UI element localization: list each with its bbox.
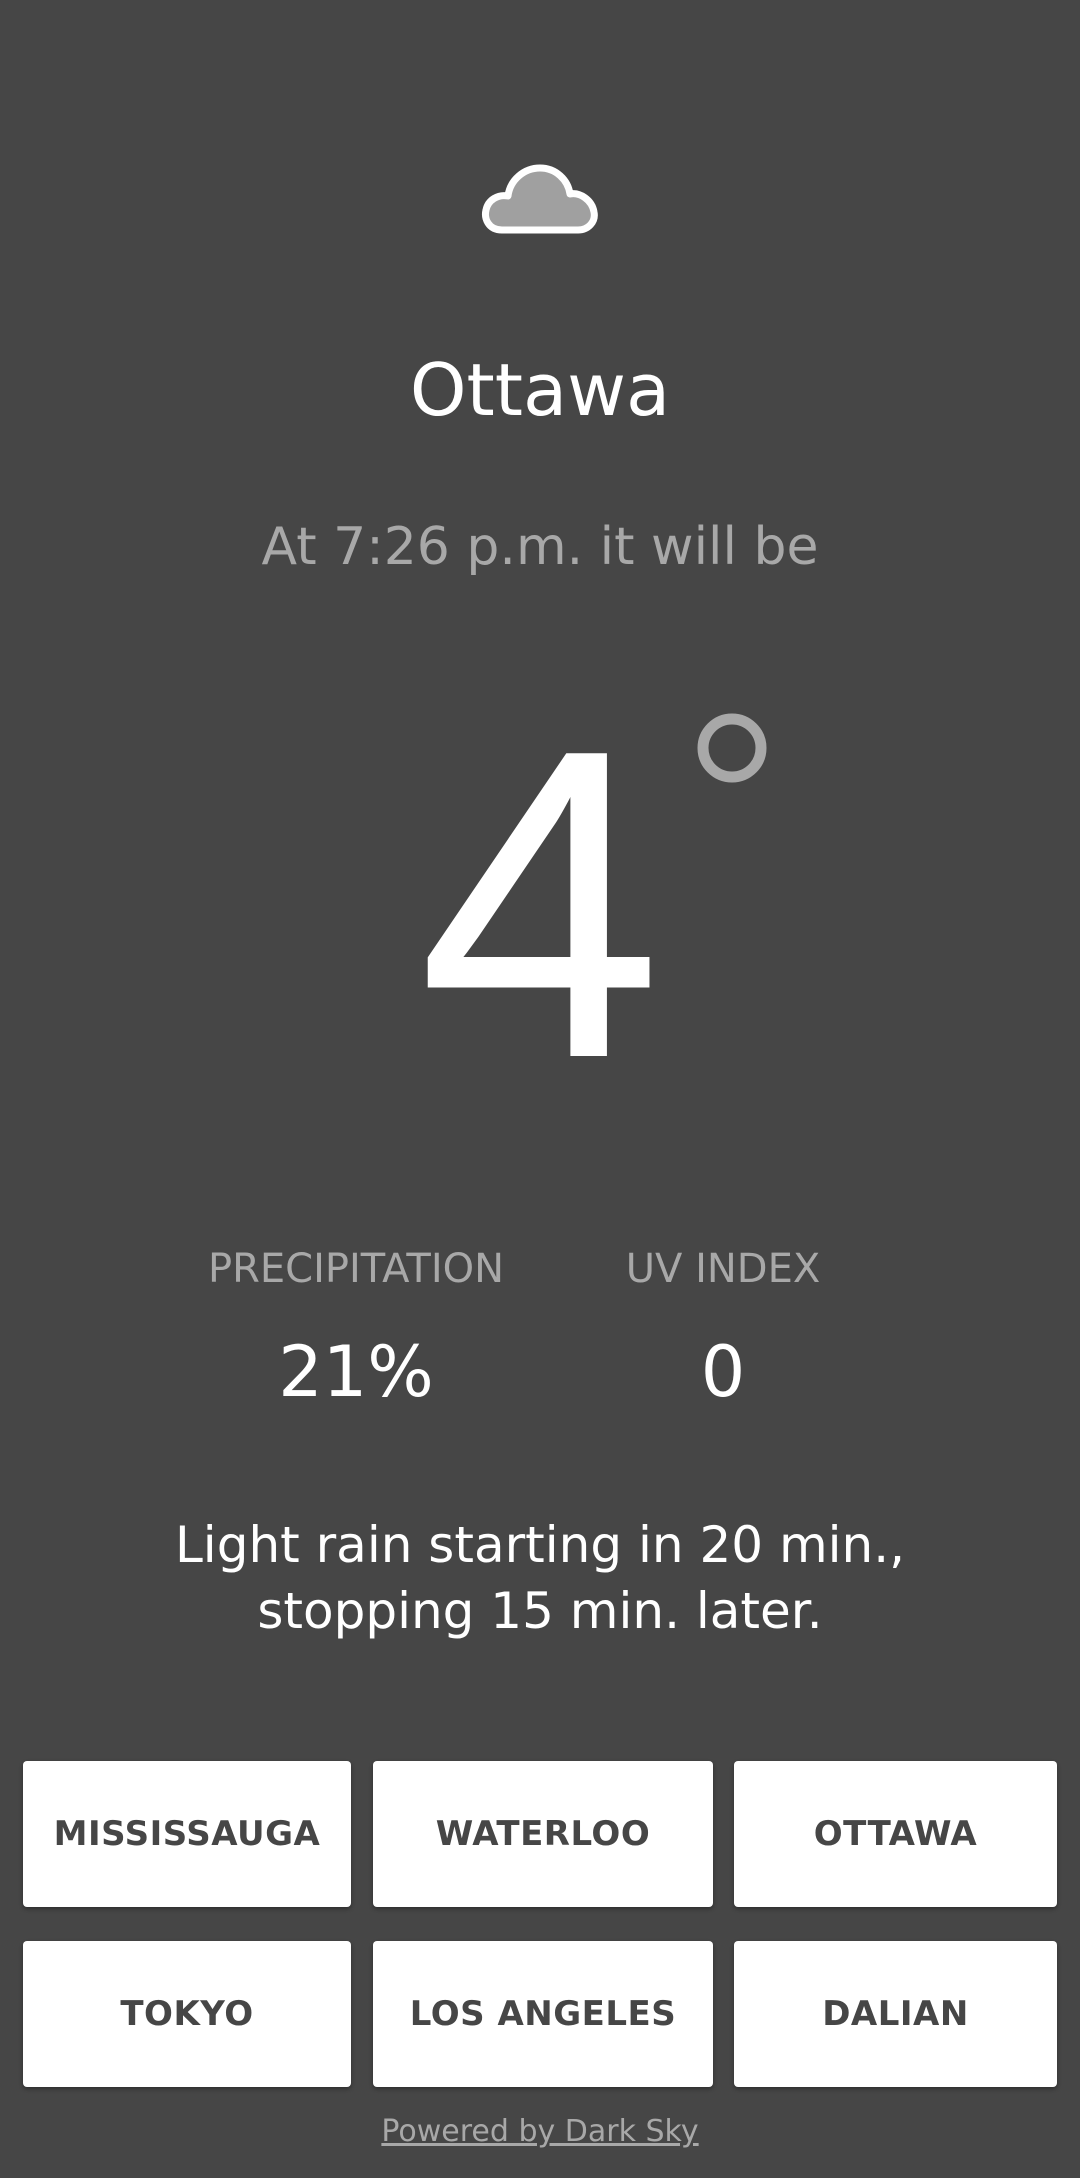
uv-index-value: 0	[700, 1331, 746, 1413]
degree-ring-icon	[697, 713, 767, 783]
summary-line-1: Light rain starting in 20 min.,	[174, 1516, 906, 1574]
uv-index-label: UV INDEX	[625, 1246, 821, 1292]
precipitation-label: PRECIPITATION	[207, 1246, 505, 1292]
city-name: Ottawa	[409, 348, 671, 432]
city-button-waterloo[interactable]: WATERLOO	[373, 1761, 713, 1907]
forecast-time-text: At 7:26 p.m. it will be	[261, 517, 819, 577]
city-button-los-angeles[interactable]: LOS ANGELES	[373, 1941, 713, 2087]
city-button-tokyo[interactable]: TOKYO	[23, 1941, 351, 2087]
powered-by-dark-sky-link[interactable]: Powered by Dark Sky	[0, 2112, 1080, 2152]
weather-screen: Ottawa At 7:26 p.m. it will be 4 PRECIPI…	[0, 0, 1080, 2178]
summary-line-2: stopping 15 min. later.	[257, 1582, 823, 1640]
temperature-value: 4	[417, 659, 663, 1150]
city-button-ottawa[interactable]: OTTAWA	[734, 1761, 1057, 1907]
city-button-mississauga[interactable]: MISSISSAUGA	[23, 1761, 351, 1907]
forecast-summary: Light rain starting in 20 min., stopping…	[100, 1512, 980, 1644]
cloud-icon	[482, 164, 598, 234]
precipitation-value: 21%	[278, 1331, 434, 1413]
city-button-dalian[interactable]: DALIAN	[734, 1941, 1057, 2087]
